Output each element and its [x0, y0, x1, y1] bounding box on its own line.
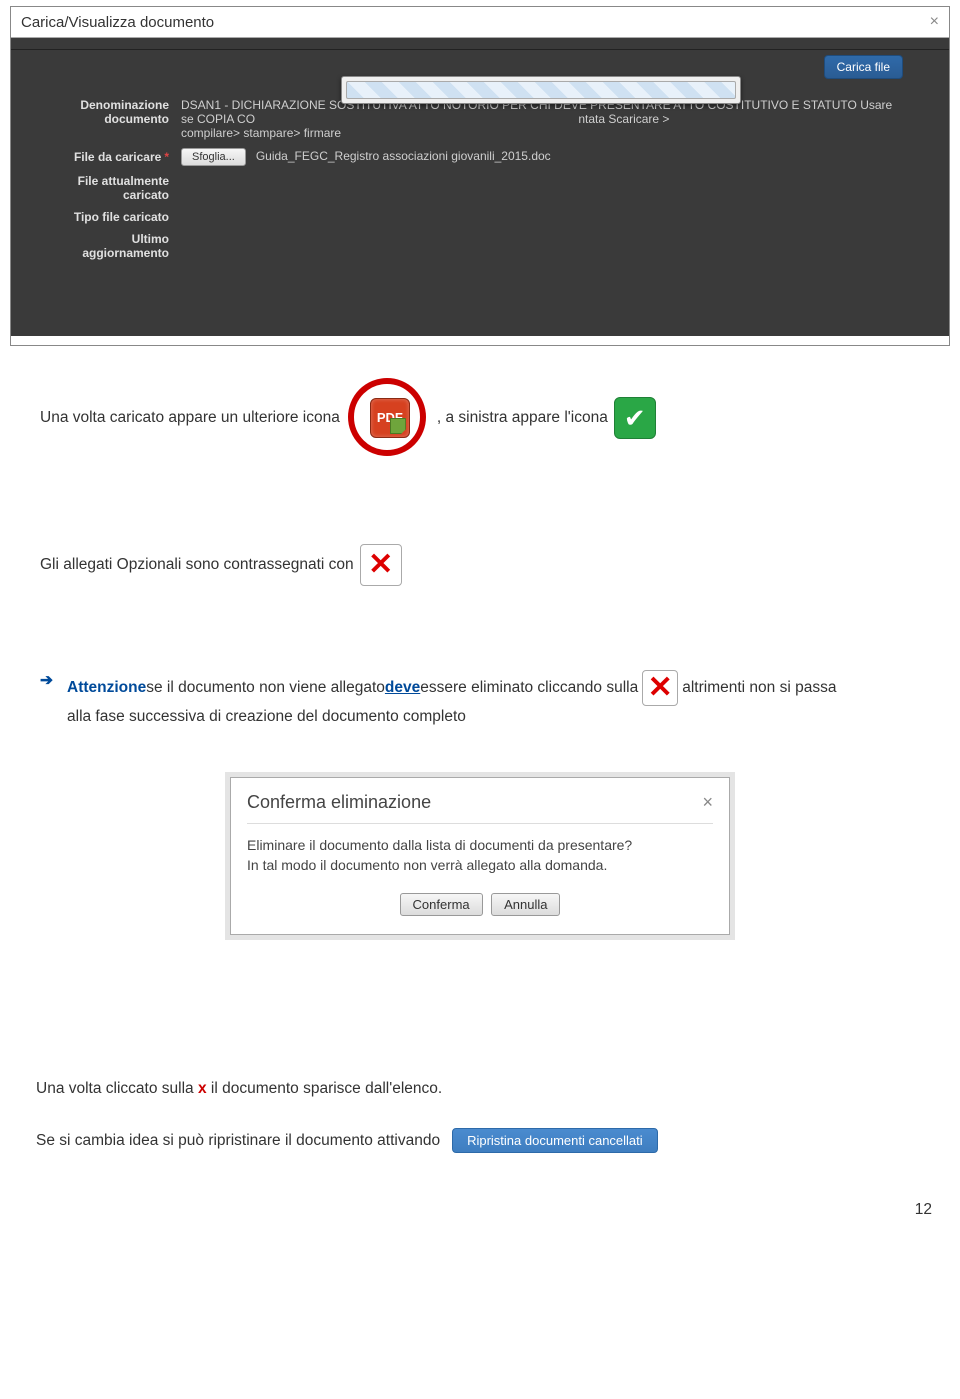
attention-label: Attenzione	[67, 677, 146, 699]
attention-line2: alla fase successiva di creazione del do…	[67, 708, 466, 725]
x-icon-inline: ✕	[642, 670, 678, 706]
modal-body: Denominazione documento DSAN1 - DICHIARA…	[11, 86, 949, 336]
browse-button[interactable]: Sfoglia...	[181, 148, 246, 166]
modal-title: Carica/Visualizza documento	[21, 14, 214, 31]
dark-stripe	[11, 38, 949, 50]
restore-text: Se si cambia idea si può ripristinare il…	[36, 1132, 440, 1150]
label-ultimo-agg: Ultimo aggiornamento	[61, 232, 181, 260]
text-line2: Gli allegati Opzionali sono contrassegna…	[40, 554, 354, 576]
page-number: 12	[10, 1201, 950, 1219]
selected-filename: Guida_FEGC_Registro associazioni giovani…	[256, 149, 551, 163]
label-file-attuale: File attualmente caricato	[61, 174, 181, 202]
red-x-char: x	[198, 1080, 207, 1097]
text-line1b: , a sinistra appare l'icona	[437, 407, 608, 429]
deve-link: deve	[385, 677, 420, 699]
progress-popup	[341, 76, 741, 104]
restore-documents-button[interactable]: Ripristina documenti cancellati	[452, 1128, 658, 1153]
final-text-block: Una volta cliccato sulla x il documento …	[36, 1080, 924, 1153]
upload-file-button[interactable]: Carica file	[824, 55, 903, 79]
narrative-block-1: Una volta caricato appare un ulteriore i…	[40, 376, 920, 460]
confirm-dialog-screenshot: Conferma eliminazione × Eliminare il doc…	[225, 772, 735, 940]
text-line1a: Una volta caricato appare un ulteriore i…	[40, 407, 340, 429]
progress-bar	[346, 81, 736, 99]
cancel-button[interactable]: Annulla	[491, 893, 560, 916]
confirm-button[interactable]: Conferma	[400, 893, 483, 916]
upload-modal-screenshot: Carica/Visualizza documento × Carica fil…	[10, 6, 950, 346]
narrative-attention: Attenzione se il documento non viene all…	[40, 670, 920, 728]
label-file-da-caricare: File da caricare*	[61, 150, 181, 164]
narrative-block-2: Gli allegati Opzionali sono contrassegna…	[40, 536, 920, 594]
value-denominazione: DSAN1 - DICHIARAZIONE SOSTITUTIVA ATTO N…	[181, 98, 899, 140]
dialog-body: Eliminare il documento dalla lista di do…	[247, 836, 713, 875]
x-icon: ✕	[360, 544, 402, 586]
pdf-icon: PDF	[346, 378, 431, 458]
close-icon[interactable]: ×	[930, 13, 939, 31]
dialog-close-icon[interactable]: ×	[702, 792, 713, 813]
check-icon: ✔	[614, 397, 656, 439]
label-tipo-file: Tipo file caricato	[61, 210, 181, 224]
dialog-title: Conferma eliminazione	[247, 792, 431, 813]
label-denominazione: Denominazione documento	[61, 98, 181, 140]
modal-header: Carica/Visualizza documento ×	[11, 7, 949, 38]
